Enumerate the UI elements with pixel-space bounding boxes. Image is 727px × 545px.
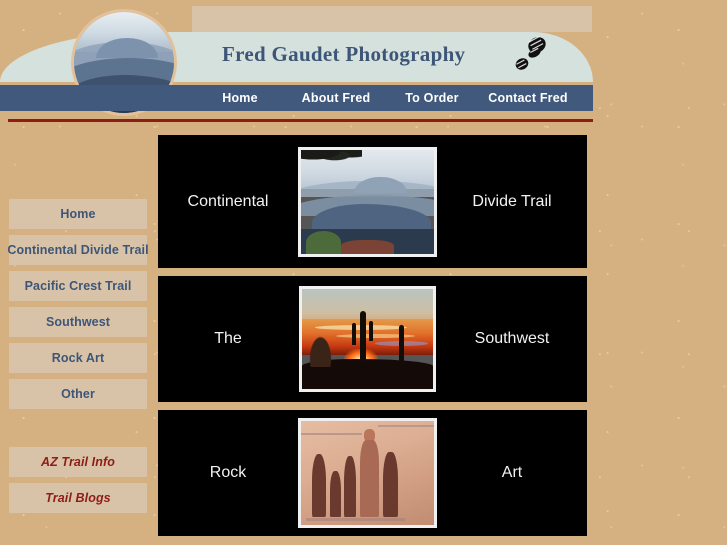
sidebar-item-continental-divide-trail[interactable]: Continental Divide Trail <box>7 235 149 265</box>
page-title: Fred Gaudet Photography <box>222 42 466 66</box>
panel-thumbnail-wrap <box>298 146 437 257</box>
panel-left-text: Rock <box>209 464 247 481</box>
sidebar-item-rock-art[interactable]: Rock Art <box>9 343 147 373</box>
thumbnail-rock-art[interactable] <box>298 418 437 528</box>
panel-left-text: The <box>214 330 242 347</box>
nav-item-home[interactable]: Home <box>196 91 284 105</box>
main-navigation: Home About Fred To Order Contact Fred <box>0 85 593 111</box>
panel-right-text: Art <box>501 464 523 481</box>
panel-thumbnail-wrap <box>298 418 437 528</box>
sidebar-item-home[interactable]: Home <box>9 199 147 229</box>
content-panel-the-southwest[interactable]: The Southwest <box>158 276 587 402</box>
nav-item-to-order[interactable]: To Order <box>388 91 476 105</box>
content-panels: Continental Divide Trail The Southwest R… <box>158 135 587 544</box>
content-panel-continental-divide-trail[interactable]: Continental Divide Trail <box>158 135 587 268</box>
boot-print-icon <box>510 33 550 77</box>
panel-left-text: Continental <box>187 192 269 210</box>
sidebar-item-other[interactable]: Other <box>9 379 147 409</box>
page-canvas: Fred Gaudet Photography Home About Fred … <box>0 0 727 545</box>
thumbnail-continental-divide[interactable] <box>298 146 437 257</box>
panel-right-text: Divide Trail <box>472 192 552 210</box>
thumbnail-saguaro-sunset[interactable] <box>299 286 436 392</box>
content-panel-rock-art[interactable]: Rock Art <box>158 410 587 536</box>
site-header: Fred Gaudet Photography Home About Fred … <box>0 0 727 130</box>
sidebar-item-trail-blogs[interactable]: Trail Blogs <box>9 483 147 513</box>
sidebar-item-southwest[interactable]: Southwest <box>9 307 147 337</box>
panel-right-text: Southwest <box>474 330 550 347</box>
header-top-band <box>192 6 592 32</box>
sidebar-item-az-trail-info[interactable]: AZ Trail Info <box>9 447 147 477</box>
header-divider-rule <box>8 119 593 122</box>
panel-thumbnail-wrap <box>298 286 437 392</box>
nav-item-about-fred[interactable]: About Fred <box>284 91 388 105</box>
nav-item-contact-fred[interactable]: Contact Fred <box>476 91 580 105</box>
sidebar-item-pacific-crest-trail[interactable]: Pacific Crest Trail <box>9 271 147 301</box>
sidebar-navigation: Home Continental Divide Trail Pacific Cr… <box>7 199 149 519</box>
